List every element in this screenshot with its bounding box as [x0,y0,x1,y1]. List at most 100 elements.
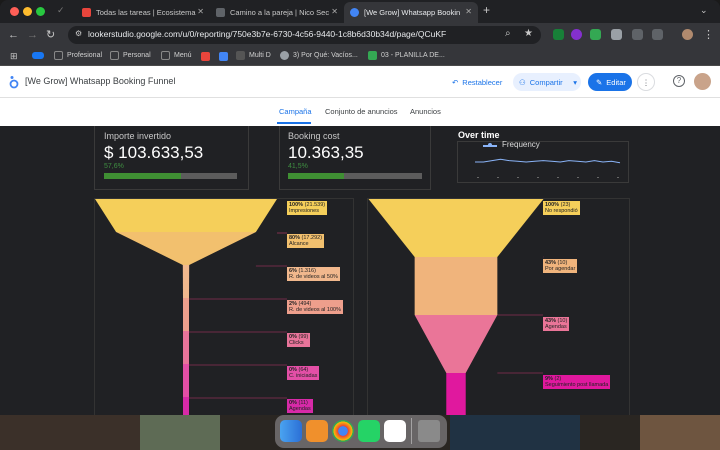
tab-tareas[interactable]: Todas las tareas | Ecosistema ✕ [76,2,210,23]
funnel-stage-name: Agendas [545,324,567,330]
bookmark-docs-icon[interactable] [219,52,228,61]
forward-arrow-icon[interactable]: → [27,28,38,42]
tab-we-grow[interactable]: [We Grow] Whatsapp Bookin ✕ [344,2,478,23]
frequency-line-chart [475,158,621,178]
books-icon[interactable] [306,420,328,442]
bookmark-star-icon[interactable]: ★ [524,28,533,39]
tab-conjunto-anuncios[interactable]: Conjunto de anuncios [325,107,398,116]
todoist-icon[interactable] [384,420,406,442]
close-tab-icon[interactable]: ✕ [465,7,472,16]
funnel-stage-shape[interactable] [183,364,189,397]
looker-logo-icon[interactable] [8,75,20,89]
folder-icon [54,51,63,60]
reset-label: Restablecer [462,77,503,87]
bookmark-personal[interactable]: Personal [110,51,151,60]
more-options-button[interactable]: ⋮ [637,73,655,91]
close-tab-icon[interactable]: ✕ [197,7,204,16]
x-tick-mark [497,177,499,178]
back-arrow-icon[interactable]: ← [8,28,19,42]
funnel-stage-shape[interactable] [116,232,256,265]
apps-grid-icon[interactable]: ⊞ [10,51,18,62]
funnel-stage-label: 100% (23) No respondió [543,201,580,215]
new-tab-button[interactable]: + [483,3,490,17]
user-avatar[interactable] [694,73,711,90]
looker-favicon-icon [350,8,359,17]
funnel-stage-label: 43% (10) Agendas [543,317,570,331]
funnel-stage-label: 0% (99) Clicks [287,333,311,347]
x-tick-mark [617,177,619,178]
scorecard-importe[interactable]: Importe invertido $ 103.633,53 57,6% [94,126,249,190]
bookmark-multi-d[interactable]: Multi D [236,51,271,60]
chrome-icon[interactable] [332,420,354,442]
meta-icon[interactable] [32,52,44,59]
tab-label: [We Grow] Whatsapp Bookin [364,8,461,17]
maximize-window-button[interactable] [36,7,45,16]
whatsapp-icon[interactable] [358,420,380,442]
sheets-icon [368,51,377,60]
funnel-stage-shape[interactable] [183,298,189,331]
scorecard-label: Importe invertido [104,131,172,141]
funnel-stage-label: 6% (1.316) R. de videos al 50% [287,267,340,281]
bookmark-por-que[interactable]: 3) Por Qué: Vacíos... [280,51,358,60]
address-bar[interactable]: ⚙ lookerstudio.google.com/u/0/reporting/… [68,26,541,44]
report-title[interactable]: [We Grow] Whatsapp Booking Funnel [25,76,175,86]
scorecard-booking-cost[interactable]: Booking cost 10.363,35 41,5% [279,126,431,190]
menu-dots-icon[interactable]: ⋮ [703,28,714,42]
bookmark-todoist-icon[interactable] [201,52,210,61]
funnel-stage-name: No respondió [545,208,578,214]
funnel-stage-shape[interactable] [414,257,498,315]
help-icon[interactable]: ? [673,75,685,87]
extension-purple-icon[interactable] [571,29,582,40]
bookmark-label: 03 - PLANILLA DE... [381,52,445,59]
funnel-stage-shape[interactable] [183,397,189,415]
add-person-icon: ⚇ [519,77,526,87]
bookmark-planilla[interactable]: 03 - PLANILLA DE... [368,51,445,60]
extension-grid-icon[interactable] [590,29,601,40]
bookmarks-bar: ⊞ Profesional Personal Menú Multi D 3) P… [0,47,720,66]
trash-icon[interactable] [418,420,440,442]
funnel-stage-shape[interactable] [446,373,466,415]
tab-anuncios[interactable]: Anuncios [410,107,441,116]
close-tab-icon[interactable]: ✕ [331,7,338,16]
extensions-puzzle-icon[interactable] [652,29,663,40]
over-time-chart[interactable]: Over time Frequency [453,126,631,190]
share-dropdown-icon[interactable]: ▾ [573,78,577,87]
tab-search-chevron-icon[interactable]: ⌄ [700,5,708,16]
funnel-stage-shape[interactable] [182,265,190,298]
funnel-stage-shape[interactable] [95,199,277,232]
reload-icon[interactable]: ↻ [46,28,55,42]
funnel-stage-name: Seguimiento post llamada [545,382,609,388]
bookmark-profesional[interactable]: Profesional [54,51,102,60]
tab-campana[interactable]: Campaña [279,107,312,116]
wallpaper-car [140,415,220,450]
x-tick-mark [597,177,599,178]
finder-icon[interactable] [280,420,302,442]
more-vert-icon: ⋮ [642,77,650,87]
extension-tab-icon[interactable] [632,29,643,40]
extension-gray-icon[interactable] [611,29,622,40]
wallpaper-left [0,415,140,450]
profile-avatar[interactable] [682,29,693,40]
legend-dot-icon [488,143,492,147]
funnel-stage-shape[interactable] [183,331,189,364]
site-info-icon[interactable]: ⚙ [75,29,82,38]
extension-green-icon[interactable] [553,29,564,40]
minimize-window-button[interactable] [23,7,32,16]
share-button[interactable]: ⚇ Compartir ▾ [513,73,581,91]
browser-toolbar: ← → ↻ ⚙ lookerstudio.google.com/u/0/repo… [0,23,720,47]
bookmark-label: Profesional [67,52,103,59]
funnel-stage-shape[interactable] [368,199,544,257]
funnel-stage-name: R. de videos al 100% [289,307,341,313]
edit-button[interactable]: ✎ Editar [588,73,632,91]
reset-button[interactable]: ↶ Restablecer [448,73,506,91]
share-label: Compartir [529,77,563,87]
tab-label: Todas las tareas | Ecosistema [96,8,196,17]
funnel-right[interactable]: 100% (23) No respondió 43% (10) Por agendar… [367,198,630,415]
tab-bar: ✓ Todas las tareas | Ecosistema ✕ Camino… [0,0,720,23]
bookmark-menu[interactable]: Menú [161,51,192,60]
funnel-stage-shape[interactable] [414,315,498,373]
zoom-icon[interactable]: ⌕ [505,28,511,39]
close-window-button[interactable] [10,7,19,16]
tab-camino[interactable]: Camino a la pareja | Nico Sec ✕ [210,2,344,23]
funnel-left[interactable]: 100% (21.539) Impresiones 80% (17.292) Alca… [94,198,354,415]
